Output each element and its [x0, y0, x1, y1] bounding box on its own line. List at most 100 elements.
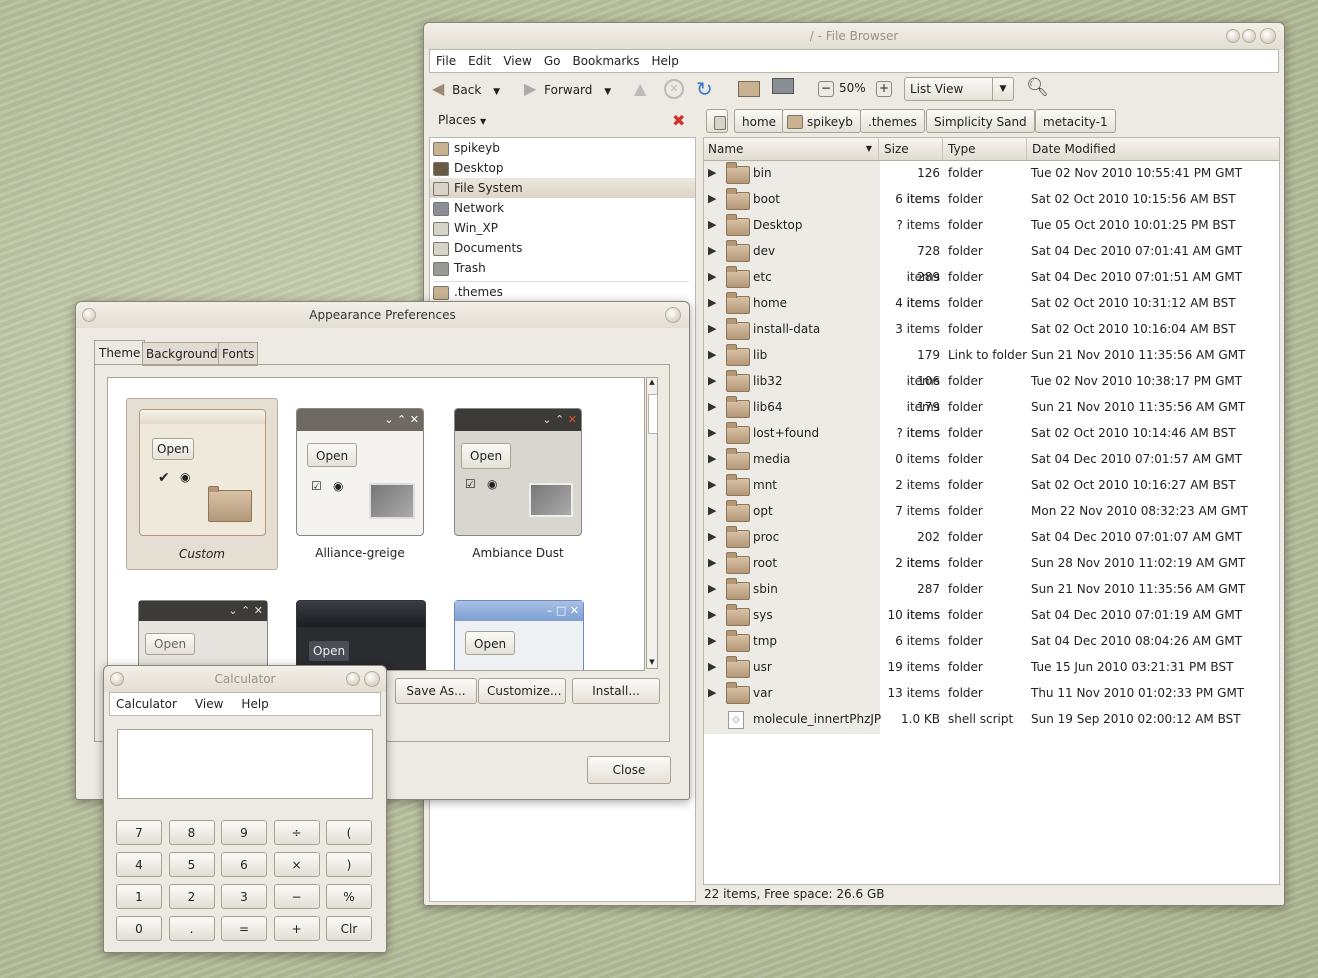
close-icon[interactable] [364, 671, 380, 687]
minimize-icon[interactable] [346, 672, 360, 686]
view-select[interactable]: List View ▼ [904, 77, 1014, 101]
expander-icon[interactable]: ▶ [708, 420, 716, 446]
close-icon[interactable] [665, 307, 681, 323]
expander-icon[interactable]: ▶ [708, 394, 716, 420]
scroll-down-icon[interactable]: ▼ [647, 658, 657, 666]
appearance-titlebar[interactable]: Appearance Preferences [76, 302, 689, 328]
table-row[interactable]: ▶ Desktop ? items folder Tue 05 Oct 2010 10:… [704, 212, 1279, 238]
menu-help[interactable]: Help [241, 693, 268, 715]
menu-file[interactable]: File [436, 50, 456, 72]
menu-view[interactable]: View [195, 693, 223, 715]
table-row[interactable]: ▶ lib32 106 items folder Tue 02 Nov 2010 10:… [704, 368, 1279, 414]
table-row[interactable]: ▶ media 0 items folder Sat 04 Dec 2010 07:01… [704, 446, 1279, 472]
minimize-icon[interactable] [1226, 29, 1240, 43]
calc-key[interactable]: Clr [326, 916, 372, 941]
back-button[interactable]: ◀ Back ▼ [432, 79, 500, 98]
sidebar-item-filesystem[interactable]: File System [430, 178, 695, 198]
expander-icon[interactable]: ▶ [708, 290, 716, 316]
column-date[interactable]: Date Modified [1028, 138, 1279, 160]
breadcrumb-home[interactable]: home [734, 109, 785, 133]
calculator-titlebar[interactable]: Calculator [104, 666, 386, 692]
zoom-in-icon[interactable]: + [876, 81, 892, 97]
scroll-up-icon[interactable]: ▲ [647, 378, 657, 386]
calc-key[interactable]: 5 [168, 852, 215, 877]
menu-view[interactable]: View [503, 50, 531, 72]
chevron-down-icon[interactable]: ▼ [493, 87, 500, 97]
sidebar-item-winxp[interactable]: Win_XP [430, 218, 698, 238]
calc-key[interactable]: 3 [221, 884, 267, 909]
menu-edit[interactable]: Edit [468, 50, 491, 72]
expander-icon[interactable]: ▶ [708, 446, 716, 472]
close-icon[interactable] [1260, 28, 1276, 44]
table-row[interactable]: ▶ mnt 2 items folder Sat 02 Oct 2010 10:16:2… [704, 472, 1279, 498]
expander-icon[interactable]: ▶ [708, 628, 716, 654]
calc-key[interactable]: = [221, 916, 267, 941]
calc-key[interactable]: ) [326, 852, 372, 877]
theme-item-5[interactable]: Open [296, 600, 426, 670]
computer-icon[interactable] [772, 78, 794, 94]
close-sidebar-icon[interactable]: ✖ [672, 111, 685, 130]
save-as-button[interactable]: Save As... [395, 678, 477, 704]
expander-icon[interactable]: ▶ [708, 264, 716, 290]
up-icon[interactable]: ▲ [634, 79, 646, 98]
calc-key[interactable]: 2 [168, 884, 215, 909]
maximize-icon[interactable] [1242, 29, 1256, 43]
table-row[interactable]: ▶ boot 6 items folder Sat 02 Oct 2010 10:15:… [704, 186, 1279, 212]
sidebar-item-documents[interactable]: Documents [430, 238, 698, 258]
expander-icon[interactable]: ▶ [708, 550, 716, 576]
calculator-display[interactable] [117, 729, 373, 799]
home-icon[interactable] [738, 81, 760, 97]
breadcrumb-spikeyb[interactable]: spikeyb [782, 109, 861, 133]
expander-icon[interactable]: ▶ [708, 602, 716, 628]
expander-icon[interactable]: ▶ [708, 316, 716, 342]
calc-key[interactable]: . [168, 916, 215, 941]
theme-item-6[interactable]: – □ ✕ Open [454, 600, 584, 670]
expander-icon[interactable]: ▶ [708, 524, 716, 550]
table-row[interactable]: ▶ install-data 3 items folder Sat 02 Oct 201… [704, 316, 1279, 342]
table-row[interactable]: ▶ var 13 items folder Thu 11 Nov 2010 01:02:… [704, 680, 1279, 706]
expander-icon[interactable]: ▶ [708, 212, 716, 238]
search-icon[interactable]: 🔍︎ [1026, 77, 1049, 98]
table-row[interactable]: ▶ tmp 6 items folder Sat 04 Dec 2010 08:04:2… [704, 628, 1279, 654]
calc-key[interactable]: ÷ [273, 820, 320, 845]
stop-icon[interactable]: ✕ [664, 79, 684, 99]
calc-key[interactable]: % [326, 884, 372, 909]
expander-icon[interactable]: ▶ [708, 654, 716, 680]
table-row[interactable]: ▶ root 2 items folder Sun 28 Nov 2010 11:02:… [704, 550, 1279, 576]
menu-help[interactable]: Help [652, 50, 679, 72]
calc-key[interactable]: × [273, 852, 320, 877]
forward-button[interactable]: ▶ Forward ▼ [524, 79, 611, 98]
calc-key[interactable]: 1 [116, 884, 162, 909]
calc-key[interactable]: ( [326, 820, 372, 845]
customize-button[interactable]: Customize... [478, 678, 566, 704]
expander-icon[interactable]: ▶ [708, 342, 716, 368]
theme-item-4[interactable]: ⌄ ⌃ ✕ Open [138, 600, 268, 670]
places-header[interactable]: Places ▼ [438, 113, 486, 127]
sidebar-item-desktop[interactable]: Desktop [430, 158, 698, 178]
breadcrumb-themes[interactable]: .themes [860, 109, 925, 133]
table-row[interactable]: ▶ lost+found ? items folder Sat 02 Oct 2010 … [704, 420, 1279, 446]
expander-icon[interactable]: ▶ [708, 238, 716, 264]
table-row[interactable]: ▶ proc 202 items folder Sat 04 Dec 2010 07:0… [704, 524, 1279, 570]
scrollbar-thumb[interactable] [648, 394, 658, 434]
reload-icon[interactable]: ↻ [696, 77, 713, 101]
calc-key[interactable]: 4 [116, 852, 162, 877]
table-row[interactable]: ▶ sbin 287 items folder Sun 21 Nov 2010 11:3… [704, 576, 1279, 622]
menu-calculator[interactable]: Calculator [116, 693, 177, 715]
theme-item-alliance-greige[interactable]: ⌄ ⌃ ✕ Open ☑ ◉ Alliance-greige [284, 398, 434, 568]
breadcrumb-metacity[interactable]: metacity-1 [1035, 109, 1116, 133]
calc-key[interactable]: 8 [168, 820, 215, 845]
chevron-down-icon[interactable]: ▼ [604, 87, 611, 97]
calc-key[interactable]: 0 [116, 916, 162, 941]
file-browser-titlebar[interactable]: / - File Browser [424, 23, 1284, 49]
calc-key[interactable]: 6 [221, 852, 267, 877]
table-row[interactable]: ▶ sys 10 items folder Sat 04 Dec 2010 07:01:… [704, 602, 1279, 628]
expander-icon[interactable]: ▶ [708, 186, 716, 212]
expander-icon[interactable]: ▶ [708, 368, 716, 394]
window-menu-icon[interactable] [110, 672, 124, 686]
tab-background[interactable]: Background [142, 342, 222, 366]
table-row[interactable]: ▶ opt 7 items folder Mon 22 Nov 2010 08:32:2… [704, 498, 1279, 524]
table-row[interactable]: ▶ usr 19 items folder Tue 15 Jun 2010 03:21:… [704, 654, 1279, 680]
column-size[interactable]: Size [880, 138, 943, 160]
expander-icon[interactable]: ▶ [708, 680, 716, 706]
